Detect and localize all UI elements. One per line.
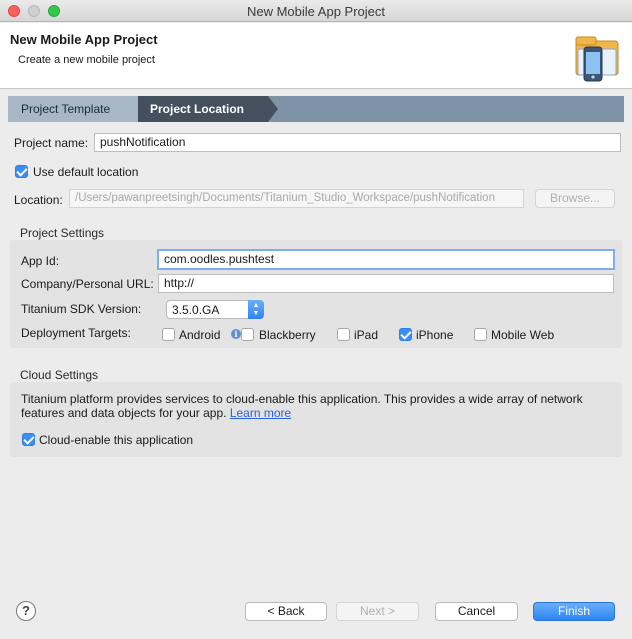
mobile-project-icon [575, 36, 619, 82]
cloud-enable-label: Cloud-enable this application [39, 433, 194, 447]
browse-button[interactable]: Browse... [535, 189, 615, 208]
finish-button[interactable]: Finish [533, 602, 615, 621]
target-mobile-web-checkbox[interactable] [474, 328, 487, 341]
wizard-steps: Project Template Project Location [8, 96, 624, 122]
project-name-label: Project name: [14, 136, 89, 150]
target-android-checkbox[interactable] [162, 328, 175, 341]
project-settings-title: Project Settings [20, 226, 105, 240]
back-button[interactable]: < Back [245, 602, 327, 621]
use-default-location-checkbox[interactable] [15, 165, 28, 178]
sdk-version-label: Titanium SDK Version: [21, 302, 142, 316]
info-icon[interactable]: i [231, 329, 241, 339]
step-arrow-active [268, 96, 278, 122]
target-blackberry-checkbox[interactable] [241, 328, 254, 341]
target-ipad-checkbox[interactable] [337, 328, 350, 341]
cancel-button[interactable]: Cancel [435, 602, 518, 621]
step-project-template: Project Template [8, 96, 138, 122]
cloud-settings-title: Cloud Settings [20, 368, 99, 382]
project-name-input[interactable]: pushNotification [94, 133, 621, 152]
location-label: Location: [14, 193, 63, 207]
target-iphone-checkbox[interactable] [399, 328, 412, 341]
next-button[interactable]: Next > [336, 602, 419, 621]
cloud-description: Titanium platform provides services to c… [21, 392, 611, 420]
deployment-targets-label: Deployment Targets: [21, 326, 131, 340]
step-project-location: Project Location [138, 96, 268, 122]
wizard-title: New Mobile App Project [10, 32, 158, 47]
company-url-input[interactable]: http:// [158, 274, 614, 293]
wizard-header: New Mobile App Project Create a new mobi… [0, 23, 632, 89]
use-default-location-label: Use default location [33, 165, 139, 179]
target-iphone-label: iPhone [416, 328, 454, 342]
cloud-enable-checkbox[interactable] [22, 433, 35, 446]
cloud-description-text: Titanium platform provides services to c… [21, 392, 583, 420]
target-mobile-web-label: Mobile Web [491, 328, 555, 342]
sdk-version-select[interactable]: 3.5.0.GA ▲ ▼ [166, 300, 264, 319]
learn-more-link[interactable]: Learn more [230, 406, 291, 420]
location-input[interactable]: /Users/pawanpreetsingh/Documents/Titaniu… [69, 189, 524, 208]
app-id-input[interactable]: com.oodles.pushtest [157, 249, 615, 270]
company-url-label: Company/Personal URL: [21, 277, 154, 291]
window-title: New Mobile App Project [246, 4, 385, 19]
window-titlebar: New Mobile App Project [0, 0, 632, 22]
updown-chevron-icon: ▲ ▼ [248, 300, 264, 319]
wizard-description: Create a new mobile project [18, 54, 155, 66]
target-ipad-label: iPad [354, 328, 379, 342]
target-blackberry-label: Blackberry [259, 328, 316, 342]
help-icon[interactable]: ? [16, 601, 36, 621]
target-android-label: Android [179, 328, 221, 342]
sdk-version-value: 3.5.0.GA [172, 303, 220, 317]
app-id-label: App Id: [21, 254, 60, 268]
